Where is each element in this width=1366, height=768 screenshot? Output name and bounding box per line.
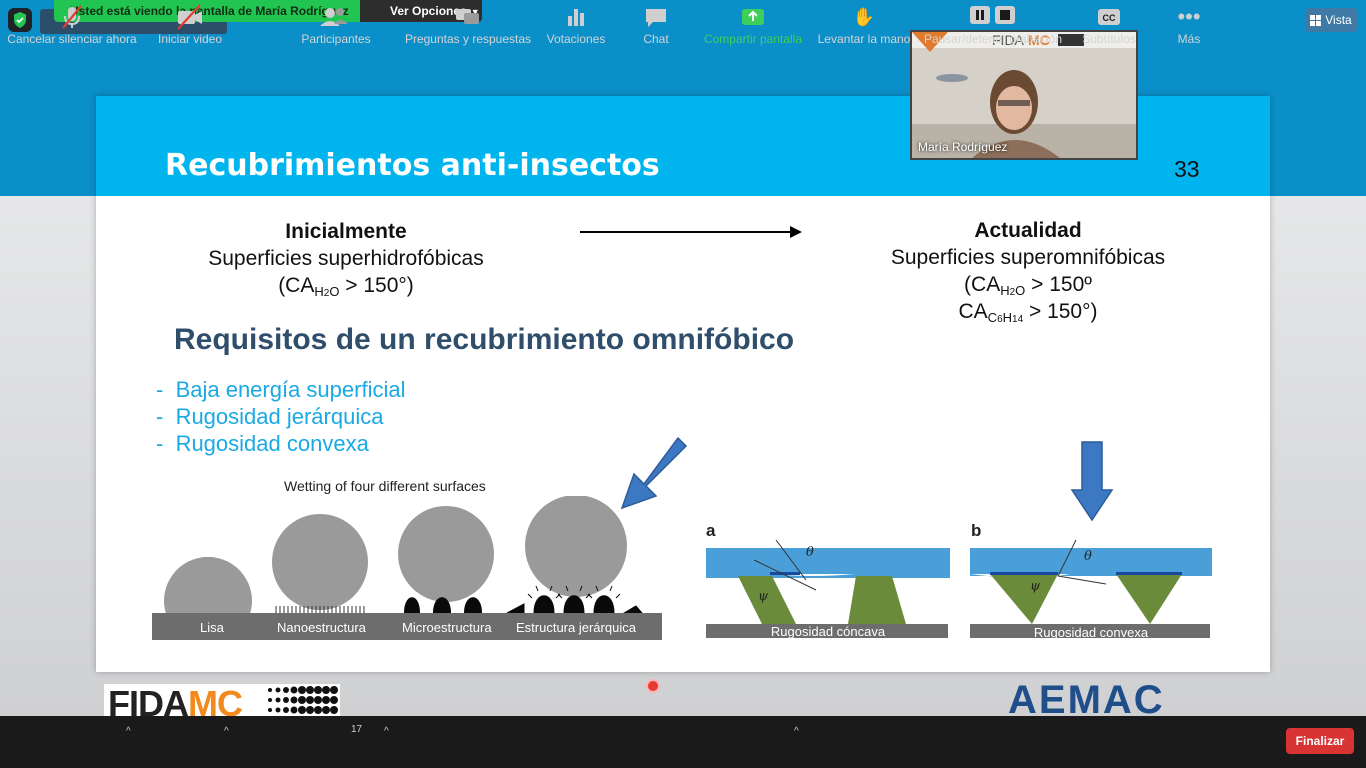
unmute-label: Cancelar silenciar ahora (7, 32, 137, 46)
fida-logo-text: FIDA (108, 684, 189, 717)
mc-logo-text: MC (188, 684, 243, 717)
participants-button[interactable]: Participantes (296, 0, 376, 52)
qa-icon (456, 9, 479, 24)
ca2-prefix: CA (958, 300, 988, 323)
pause-stop-recording-button[interactable]: Pausar/detener grabación (920, 0, 1066, 52)
svg-text:θ: θ (806, 545, 814, 560)
initial-subheading: Superficies superhidrofóbicas (208, 247, 484, 270)
chevron-up-icon[interactable]: ^ (794, 726, 799, 737)
unmute-button[interactable]: Cancelar silenciar ahora (6, 0, 138, 52)
chevron-up-icon[interactable]: ^ (384, 726, 389, 737)
initial-contact-angle: (CAH2O > 150°) (156, 272, 536, 299)
concave-roughness-figure: θ ψ (706, 539, 950, 638)
share-screen-icon (742, 9, 764, 25)
initial-heading: Inicialmente (285, 220, 407, 243)
chat-icon (646, 9, 666, 27)
ca-sub-o: O (329, 284, 340, 299)
ca-prefix: (CA (278, 274, 315, 297)
current-state-block: Actualidad Superficies superomnifóbicas … (838, 217, 1218, 325)
raise-hand-icon: ✋ (852, 7, 876, 27)
view-mode-button[interactable]: Vista (1305, 8, 1357, 32)
polls-icon (568, 9, 584, 26)
transition-arrow (580, 231, 790, 233)
raise-hand-label: Levantar la mano (817, 32, 911, 46)
pause-stop-icon (970, 6, 1015, 24)
requirement-item: Rugosidad jerárquica (156, 403, 405, 430)
panel-a-label: Rugosidad cóncava (770, 624, 886, 639)
more-label: Más (1177, 32, 1201, 46)
surface-label-micro: Microestructura (402, 620, 492, 635)
panel-b-label: Rugosidad convexa (1033, 625, 1149, 640)
subtitles-button[interactable]: CC Subtítulos (1076, 0, 1142, 52)
figure-caption: Wetting of four different surfaces (284, 478, 486, 494)
end-meeting-button[interactable]: Finalizar (1286, 728, 1354, 754)
surface-labels: Lisa Nanoestructura Microestructura Estr… (152, 613, 662, 640)
chat-label: Chat (643, 32, 669, 46)
participants-count: 17 (351, 724, 363, 735)
svg-text:θ: θ (1084, 549, 1092, 564)
polls-button[interactable]: Votaciones (544, 0, 608, 52)
surface-label-hierarchical: Estructura jerárquica (516, 620, 636, 635)
chat-button[interactable]: Chat (632, 0, 680, 52)
pointer-dot (646, 679, 660, 693)
participants-label: Participantes (301, 32, 371, 46)
ca-sub-h: H (314, 284, 324, 299)
meeting-toolbar (0, 716, 1366, 768)
cc-icon: CC (1098, 9, 1120, 25)
current-contact-angle-water: (CAH2O > 150º (964, 273, 1092, 298)
participant-name-label: María Rodríguez (918, 140, 1008, 154)
svg-text:ψ: ψ (1030, 579, 1041, 594)
requirement-item: Baja energía superficial (156, 376, 406, 403)
convex-roughness-figure: θ ψ (970, 539, 1212, 638)
grid-view-icon (1310, 14, 1322, 26)
more-button[interactable]: ••• Más (1166, 0, 1212, 52)
slide-number: 33 (1174, 156, 1200, 182)
ca2-value: > 150°) (1023, 300, 1098, 323)
transition-arrow-head (790, 226, 802, 238)
qa-button[interactable]: Preguntas y respuestas (404, 0, 532, 52)
chevron-up-icon[interactable]: ^ (224, 726, 229, 737)
ca1-prefix: (CA (964, 273, 1001, 296)
start-video-label: Iniciar video (157, 32, 223, 46)
more-icon: ••• (1177, 4, 1201, 29)
view-mode-label: Vista (1325, 13, 1352, 27)
subtitles-label: Subtítulos (1082, 32, 1136, 46)
surface-label-smooth: Lisa (200, 620, 224, 635)
slide-title: Recubrimientos anti-insectos (165, 148, 660, 183)
current-heading: Actualidad (974, 219, 1082, 242)
aemac-logo: AEMAC (1008, 682, 1165, 716)
svg-text:ψ: ψ (758, 589, 769, 604)
share-screen-label: Compartir pantalla (703, 32, 803, 46)
raise-hand-button[interactable]: ✋ Levantar la mano (814, 0, 914, 52)
start-video-button[interactable]: Iniciar video (150, 0, 230, 52)
surface-label-nano: Nanoestructura (277, 620, 366, 635)
current-contact-angle-hexane: CAC6H14 > 150°) (958, 300, 1098, 325)
ca1-value: > 150º (1025, 273, 1092, 296)
fidamc-logo: FIDAMC (104, 684, 340, 716)
share-screen-button[interactable]: Compartir pantalla (700, 0, 806, 52)
current-subheading: Superficies superomnifóbicas (890, 246, 1166, 269)
requirements-title: Requisitos de un recubrimiento omnifóbic… (174, 323, 795, 356)
requirement-item: Rugosidad convexa (156, 430, 405, 457)
polls-label: Votaciones (546, 32, 606, 46)
initial-state-block: Inicialmente Superficies superhidrofóbic… (156, 218, 536, 299)
presentation-slide: Recubrimientos anti-insectos 33 Inicialm… (96, 96, 1270, 672)
ca-value: > 150°) (339, 274, 414, 297)
halftone-pattern-icon (268, 686, 338, 714)
requirements-list: Baja energía superficial Rugosidad jerár… (156, 376, 406, 457)
blue-arrow-down-icon (1070, 441, 1114, 522)
video-off-icon (177, 4, 202, 30)
participants-icon (320, 8, 348, 26)
qa-label: Preguntas y respuestas (404, 32, 532, 46)
pause-stop-recording-label: Pausar/detener grabación (923, 32, 1063, 46)
chevron-up-icon[interactable]: ^ (126, 726, 131, 737)
mic-muted-icon (62, 5, 82, 29)
svg-text:CC: CC (1103, 13, 1116, 23)
